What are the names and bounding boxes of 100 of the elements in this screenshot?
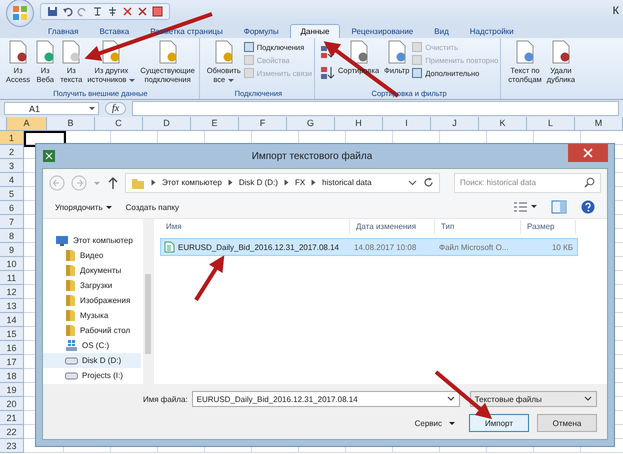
search-icon[interactable]: [584, 177, 595, 188]
nav-item[interactable]: Музыка: [43, 308, 141, 323]
row-header[interactable]: 7: [0, 215, 23, 229]
document-icon: [348, 40, 369, 64]
row-header[interactable]: 17: [0, 355, 23, 369]
column-header[interactable]: J: [431, 117, 479, 130]
row-header[interactable]: 13: [0, 299, 23, 313]
column-header[interactable]: D: [143, 117, 191, 130]
nav-item[interactable]: OS (C:): [43, 338, 141, 353]
office-button[interactable]: [6, 0, 34, 27]
name-box[interactable]: A1: [4, 102, 99, 115]
nav-item[interactable]: Документы: [43, 263, 141, 278]
new-folder-button[interactable]: Создать папку: [126, 202, 179, 212]
cross-icon[interactable]: [137, 6, 148, 16]
breadcrumb-item[interactable]: historical data: [322, 178, 372, 187]
row-header[interactable]: 20: [0, 397, 23, 411]
row-header[interactable]: 5: [0, 187, 23, 201]
row-header[interactable]: 16: [0, 341, 23, 355]
view-options-icon[interactable]: [513, 201, 537, 213]
column-header[interactable]: I: [383, 117, 431, 130]
ribbon-tab[interactable]: Данные: [290, 24, 340, 38]
refresh-icon[interactable]: [423, 177, 434, 188]
row-header[interactable]: 4: [0, 173, 23, 187]
chevron-down-icon[interactable]: [408, 180, 417, 186]
window-title: К: [612, 5, 619, 17]
tools-button[interactable]: Сервис: [414, 418, 455, 428]
column-header[interactable]: L: [527, 117, 575, 130]
ribbon-tab[interactable]: Главная: [38, 24, 88, 38]
chevron-down-icon[interactable]: [446, 396, 455, 402]
row-header[interactable]: 3: [0, 159, 23, 173]
row-header[interactable]: 18: [0, 369, 23, 383]
file-type-dropdown[interactable]: Текстовые файлы: [470, 391, 597, 407]
scrollbar[interactable]: [143, 219, 153, 384]
preview-pane-icon[interactable]: [551, 200, 567, 214]
nav-item[interactable]: Рабочий стол: [43, 323, 141, 338]
column-header[interactable]: E: [191, 117, 239, 130]
column-header[interactable]: C: [95, 117, 143, 130]
spreadsheet-icon: [42, 149, 56, 163]
ribbon-tab[interactable]: Надстройки: [460, 24, 524, 38]
column-header[interactable]: Имя: [160, 220, 350, 234]
ribbon-tab[interactable]: Вид: [424, 24, 459, 38]
column-header[interactable]: G: [287, 117, 335, 130]
filename-field[interactable]: EURUSD_Daily_Bid_2016.12.31_2017.08.14: [192, 391, 460, 407]
column-header[interactable]: A: [7, 117, 47, 130]
ribbon-tab[interactable]: Формулы: [234, 24, 289, 38]
nav-item[interactable]: Этот компьютер: [43, 233, 141, 248]
row-header[interactable]: 22: [0, 425, 23, 439]
breadcrumb-item[interactable]: Disk D (D:): [238, 178, 278, 187]
sort-ascending-icon[interactable]: [320, 44, 335, 59]
up-arrow-icon[interactable]: [107, 176, 119, 190]
formula-field[interactable]: [132, 101, 619, 116]
breadcrumb-item[interactable]: Этот компьютер: [162, 178, 222, 187]
save-icon[interactable]: [47, 6, 58, 16]
undo-icon[interactable]: [62, 6, 73, 16]
search-field[interactable]: Поиск: historical data: [454, 172, 601, 192]
address-field[interactable]: Этот компьютер Disk D (D:) FX historical data: [125, 172, 440, 192]
nav-item[interactable]: Видео: [43, 248, 141, 263]
file-row[interactable]: EURUSD_Daily_Bid_2016.12.31_2017.08.14 14.08.2017 10:08 Файл Microsoft O... 10 КБ: [160, 238, 578, 256]
column-header[interactable]: B: [47, 117, 95, 130]
ribbon-tab[interactable]: Рецензирование: [341, 24, 424, 38]
row-header[interactable]: 1: [0, 131, 23, 145]
dialog-button[interactable]: Отмена: [537, 414, 597, 432]
tree-icon[interactable]: [107, 6, 118, 16]
row-header[interactable]: 23: [0, 439, 23, 453]
nav-item[interactable]: Загрузки: [43, 278, 141, 293]
function-label[interactable]: fx: [105, 102, 126, 115]
row-header[interactable]: 12: [0, 285, 23, 299]
row-header[interactable]: 21: [0, 411, 23, 425]
row-header[interactable]: 15: [0, 327, 23, 341]
nav-item[interactable]: Disk D (D:): [43, 353, 141, 368]
help-icon[interactable]: [581, 200, 595, 214]
square-icon: [244, 42, 254, 52]
column-header[interactable]: Дата изменения: [350, 220, 435, 234]
column-header[interactable]: K: [479, 117, 527, 130]
caret-icon: [228, 78, 234, 82]
column-header[interactable]: Тип: [435, 220, 521, 234]
column-header[interactable]: M: [575, 117, 623, 130]
nav-item[interactable]: Projects (I:): [43, 368, 141, 383]
row-header[interactable]: 11: [0, 271, 23, 285]
ribbon-tab[interactable]: Вставка: [89, 24, 140, 38]
tree-icon[interactable]: [92, 6, 103, 16]
cross-icon[interactable]: [122, 6, 133, 16]
row-header[interactable]: 9: [0, 243, 23, 257]
row-header[interactable]: 14: [0, 313, 23, 327]
organize-button[interactable]: Упорядочить: [55, 202, 112, 212]
row-header[interactable]: 8: [0, 229, 23, 243]
column-header[interactable]: Размер: [521, 220, 576, 234]
column-header[interactable]: H: [335, 117, 383, 130]
sort-descending-icon[interactable]: [320, 65, 335, 80]
column-header[interactable]: F: [239, 117, 287, 130]
breadcrumb-item[interactable]: FX: [294, 178, 306, 187]
row-header[interactable]: 10: [0, 257, 23, 271]
row-header[interactable]: 19: [0, 383, 23, 397]
nav-item[interactable]: Изображения: [43, 293, 141, 308]
row-header[interactable]: 2: [0, 145, 23, 159]
dialog-button[interactable]: Импорт: [469, 414, 529, 432]
row-header[interactable]: 6: [0, 201, 23, 215]
square-icon: [412, 42, 422, 52]
close-button[interactable]: [568, 144, 608, 162]
square-icon[interactable]: [152, 6, 163, 16]
